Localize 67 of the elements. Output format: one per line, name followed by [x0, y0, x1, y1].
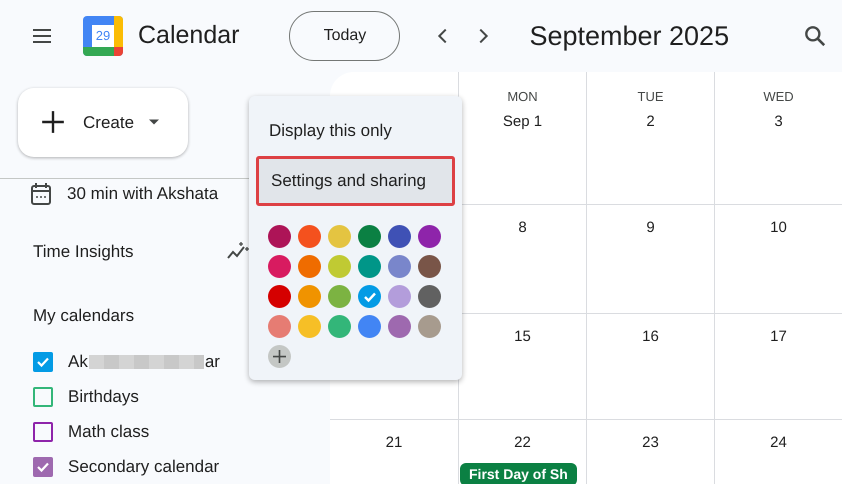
color-swatch[interactable] [358, 285, 381, 308]
menu-item[interactable]: Settings and sharing [256, 156, 455, 206]
date-label[interactable]: 9 [646, 217, 655, 240]
plus-icon [273, 350, 286, 363]
date-label[interactable]: 3 [774, 110, 783, 133]
color-swatch[interactable] [328, 285, 351, 308]
event-item[interactable]: 30 min with Akshata [67, 181, 218, 207]
color-swatch[interactable] [298, 285, 321, 308]
create-button[interactable]: Create [18, 88, 188, 157]
app-title: Calendar [138, 20, 240, 52]
add-color-button[interactable] [268, 345, 291, 368]
color-swatch[interactable] [298, 255, 321, 278]
color-swatch[interactable] [298, 315, 321, 338]
today-button[interactable]: Today [289, 11, 400, 61]
section-title: My calendars [33, 305, 134, 328]
color-swatch[interactable] [418, 315, 441, 338]
section-title: Time Insights [33, 240, 134, 263]
color-swatch[interactable] [358, 255, 381, 278]
color-swatch[interactable] [358, 315, 381, 338]
date-label[interactable]: 21 [386, 432, 402, 454]
sparkle-chart-icon[interactable] [226, 241, 250, 262]
calendar-name[interactable]: Ak [68, 348, 88, 374]
weekday-label: MON [507, 88, 538, 106]
date-label[interactable]: 8 [518, 217, 527, 240]
calendar-name[interactable]: Birthdays [68, 384, 139, 410]
checkbox[interactable] [33, 422, 53, 442]
weekday-label: WED [763, 88, 794, 106]
color-swatch[interactable] [328, 225, 351, 248]
weekday-label: TUE [638, 88, 664, 106]
date-label[interactable]: 2 [646, 110, 655, 133]
color-swatch[interactable] [418, 285, 441, 308]
date-label[interactable]: 17 [770, 326, 787, 348]
color-swatch[interactable] [328, 315, 351, 338]
color-swatch[interactable] [268, 255, 291, 278]
color-swatch[interactable] [328, 255, 351, 278]
color-swatch[interactable] [388, 315, 411, 338]
color-swatch[interactable] [388, 255, 411, 278]
date-label[interactable]: 22 [514, 432, 531, 454]
checkbox[interactable] [33, 386, 53, 406]
calendar-icon [31, 183, 51, 206]
color-swatch[interactable] [298, 225, 321, 248]
color-swatch[interactable] [268, 315, 291, 338]
plus-icon [40, 109, 66, 136]
calendar-name[interactable]: Math class [68, 418, 150, 444]
color-swatch[interactable] [418, 225, 441, 248]
color-swatch[interactable] [268, 225, 291, 248]
calendar-logo: 29 [83, 16, 123, 56]
color-swatch[interactable] [388, 225, 411, 248]
menu-item[interactable]: Display this only [249, 106, 462, 156]
date-label[interactable]: 10 [770, 217, 787, 240]
color-swatch[interactable] [358, 225, 381, 248]
checkbox[interactable] [33, 456, 53, 476]
search-icon[interactable] [802, 23, 828, 49]
caret-icon [149, 119, 160, 126]
date-label[interactable]: Sep 1 [502, 110, 542, 133]
date-label[interactable]: 23 [642, 432, 659, 454]
calendar-name[interactable]: ar [204, 348, 220, 374]
color-swatch[interactable] [418, 255, 441, 278]
date-label[interactable]: 15 [514, 326, 531, 348]
color-swatch[interactable] [268, 285, 291, 308]
date-label[interactable]: 24 [770, 432, 787, 454]
event-chip[interactable]: First Day of Sh [460, 462, 577, 484]
month-title: September 2025 [529, 20, 730, 53]
date-label[interactable]: 16 [642, 326, 659, 348]
calendar-name[interactable]: Secondary calendar [68, 454, 220, 480]
color-swatch[interactable] [388, 285, 411, 308]
checkbox[interactable] [33, 352, 53, 372]
